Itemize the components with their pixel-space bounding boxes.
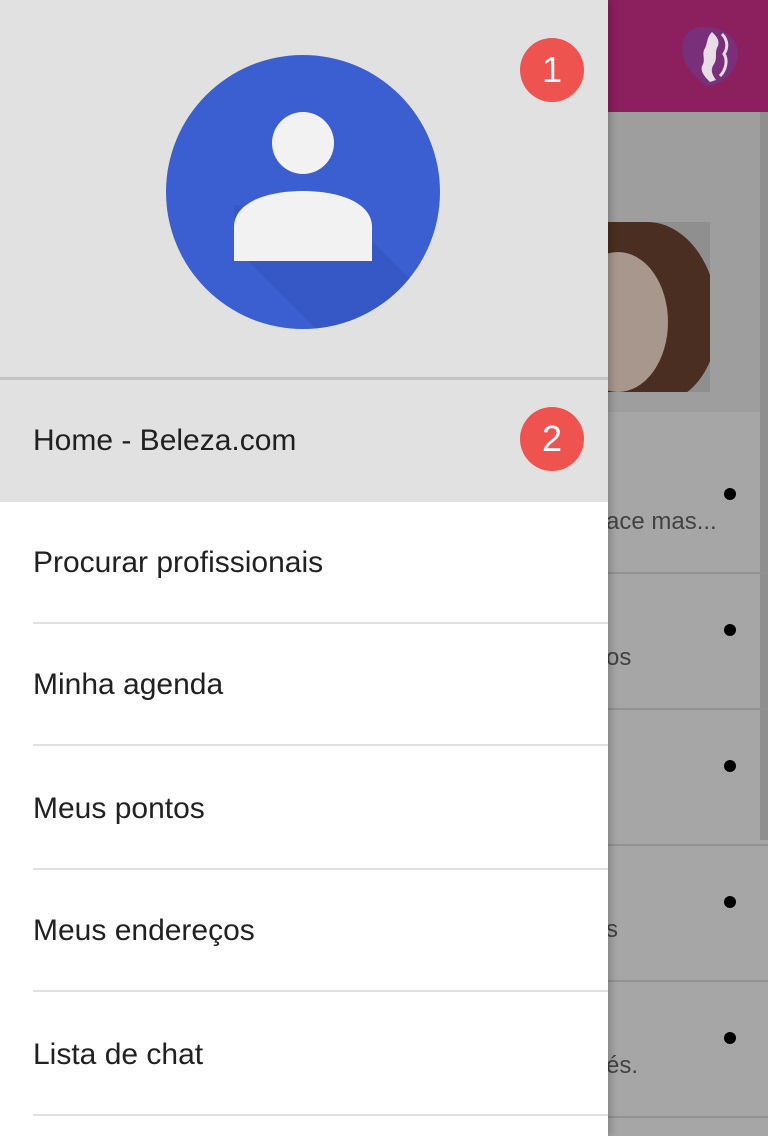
list-item[interactable]: és.: [600, 980, 768, 1118]
menu-count-badge: 2: [520, 407, 584, 471]
list-item[interactable]: [600, 708, 768, 846]
list-item[interactable]: os: [600, 572, 768, 710]
divider: [33, 1114, 608, 1116]
menu-item-label: Meus endereços: [33, 914, 255, 947]
list-item-text: ace mas...: [606, 508, 717, 535]
menu-item-lista-de-chat[interactable]: Lista de chat: [0, 994, 608, 1116]
menu-item-meus-pontos[interactable]: Meus pontos: [0, 748, 608, 870]
bullet-dot-icon: [724, 896, 736, 908]
menu-item-home[interactable]: Home - Beleza.com 2: [0, 380, 608, 502]
menu-item-label: Home - Beleza.com: [33, 424, 297, 457]
menu-item-meus-enderecos[interactable]: Meus endereços: [0, 870, 608, 992]
notification-badge: 1: [520, 38, 584, 102]
list-item[interactable]: ace mas...: [600, 436, 768, 574]
banner-photo: [608, 222, 710, 392]
menu-item-minha-agenda[interactable]: Minha agenda: [0, 624, 608, 746]
menu-item-label: Lista de chat: [33, 1038, 204, 1071]
contact-avatar-icon[interactable]: [166, 55, 440, 329]
bullet-dot-icon: [724, 624, 736, 636]
bullet-dot-icon: [724, 760, 736, 772]
menu-item-label: Meus pontos: [33, 792, 205, 825]
divider: [33, 744, 608, 746]
menu-item-label: Procurar profissionais: [33, 546, 324, 579]
navigation-drawer: 1 Home - Beleza.com 2 Procurar profissio…: [0, 0, 608, 1136]
bullet-dot-icon: [724, 1032, 736, 1044]
woman-profile-logo-icon[interactable]: [676, 24, 744, 88]
list-item-text: os: [606, 644, 632, 671]
bullet-dot-icon: [724, 488, 736, 500]
menu-item-label: Minha agenda: [33, 668, 224, 701]
divider: [33, 990, 608, 992]
drawer-header: 1: [0, 0, 608, 380]
list-item[interactable]: s: [600, 844, 768, 982]
menu-item-procurar-profissionais[interactable]: Procurar profissionais: [0, 502, 608, 624]
list-item-text: és.: [606, 1052, 639, 1079]
